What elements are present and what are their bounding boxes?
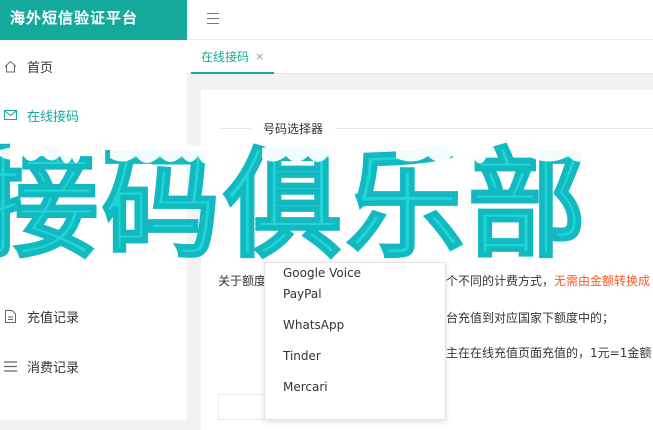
dropdown-option[interactable]: WhatsApp <box>265 310 445 341</box>
close-icon[interactable]: × <box>255 50 264 63</box>
sidebar-item-recharge-records[interactable]: 充值记录 <box>0 294 187 338</box>
service-dropdown[interactable]: Google Voice PayPal WhatsApp Tinder Merc… <box>264 262 446 420</box>
note-line-1-mid: 个不同的计费方式， <box>446 274 555 288</box>
panel-legend: 号码选择器 <box>251 120 336 137</box>
tab-online-sms[interactable]: 在线接码 × <box>191 40 275 74</box>
sidebar-item-label: 首页 <box>27 60 54 76</box>
sidebar-item-label: 充值记录 <box>27 310 80 326</box>
sidebar-item-label: 在线接码 <box>27 109 80 125</box>
dropdown-option[interactable]: Google Voice <box>265 263 445 280</box>
sidebar-item-consumption-records[interactable]: 消费记录 <box>0 344 187 388</box>
note-line-1-red: 无需由金额转换成 <box>554 274 651 288</box>
brand-title: 海外短信验证平台 <box>0 0 187 40</box>
bottom-panel <box>218 394 264 420</box>
sidebar-item-home[interactable]: 首页 <box>0 44 187 88</box>
top-bar <box>187 0 653 40</box>
list-icon <box>3 359 17 373</box>
note-line-1-left: 关于额度 <box>218 274 267 288</box>
menu-toggle-icon[interactable] <box>207 13 219 24</box>
note-line-3: 主在在线充值页面充值的，1元=1金额 <box>446 346 652 360</box>
mail-icon <box>3 108 17 122</box>
note-line-2: 台充值到对应国家下额度中的； <box>446 311 615 325</box>
sidebar-item-label: 消费记录 <box>27 360 80 376</box>
tab-bar: 在线接码 × <box>187 40 653 74</box>
dropdown-option[interactable]: Mercari <box>265 372 445 403</box>
note-line-1: 个不同的计费方式，无需由金额转换成 <box>446 272 650 289</box>
tab-label: 在线接码 <box>201 49 250 64</box>
dropdown-option[interactable]: Tinder <box>265 341 445 372</box>
dropdown-option[interactable]: PayPal <box>265 279 445 310</box>
document-icon <box>3 309 17 323</box>
sidebar-item-online-sms[interactable]: 在线接码 <box>0 93 187 137</box>
home-icon <box>3 59 17 73</box>
sidebar: 首页 在线接码 充值记录 消费记录 <box>0 40 187 420</box>
